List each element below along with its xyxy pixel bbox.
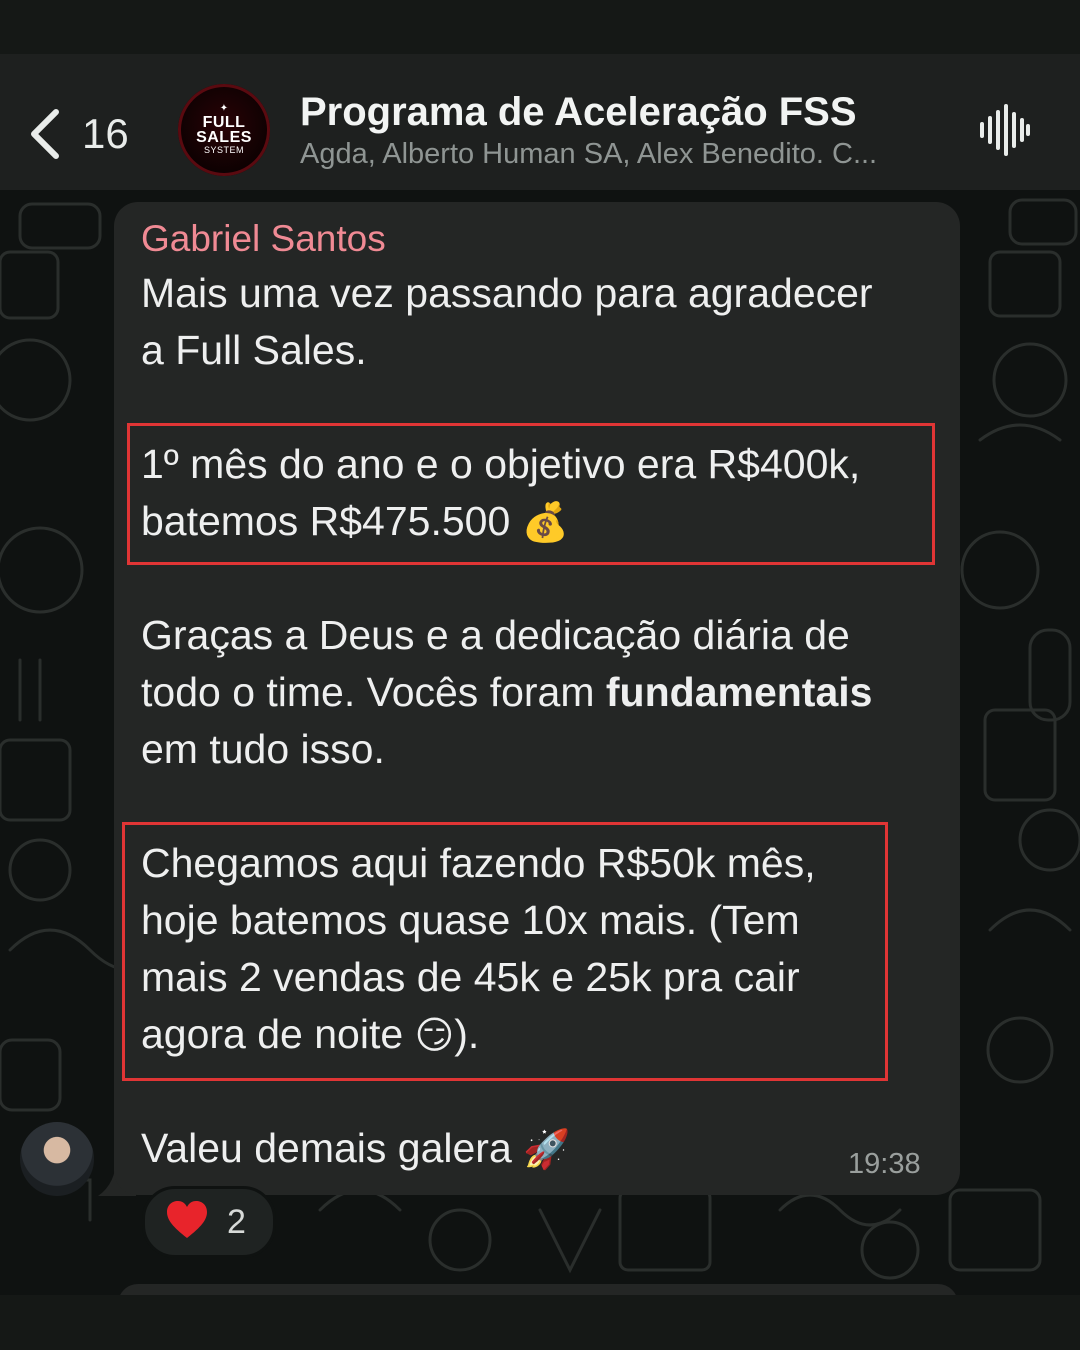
message-line-6-text: todo o time. Vocês foram — [141, 669, 606, 715]
message-line-2: a Full Sales. — [141, 327, 367, 373]
group-members[interactable]: Agda, Alberto Human SA, Alex Benedito. C… — [300, 138, 950, 171]
back-button[interactable]: 16 — [26, 99, 146, 169]
message-line-11-text: agora de noite — [141, 1011, 404, 1057]
logo-text-full: FULL — [202, 114, 246, 131]
message-time: 19:38 — [848, 1148, 921, 1180]
audio-wave-icon[interactable] — [976, 104, 1032, 156]
reaction-chip[interactable]: 2 — [142, 1186, 276, 1258]
smirk-face-icon: 😏 — [414, 1013, 455, 1057]
chat-area[interactable]: Gabriel Santos Mais uma vez passando par… — [0, 190, 1080, 1295]
message-line-4-text: batemos R$475.500 — [141, 498, 511, 544]
message-line-5: Graças a Deus e a dedicação diária de — [141, 612, 850, 658]
logo-text-sales: SALES — [196, 129, 252, 146]
message-sender[interactable]: Gabriel Santos — [141, 218, 386, 260]
bold-word: fundamentais — [605, 669, 873, 715]
message-line-11: agora de noite 😏). — [141, 1011, 479, 1058]
message-line-8: Chegamos aqui fazendo R$50k mês, — [141, 840, 816, 886]
status-bar — [0, 0, 1080, 54]
chat-screen: 16 ✦ FULL SALES SYSTEM Programa de Acele… — [0, 0, 1080, 1350]
group-avatar[interactable]: ✦ FULL SALES SYSTEM — [178, 84, 270, 176]
bottom-bar — [0, 1295, 1080, 1350]
sender-avatar[interactable] — [20, 1122, 94, 1196]
next-message-bubble[interactable] — [118, 1284, 958, 1295]
group-title[interactable]: Programa de Aceleração FSS — [300, 90, 857, 135]
heart-icon — [165, 1200, 209, 1245]
message-line-1: Mais uma vez passando para agradecer — [141, 270, 873, 316]
message-line-7: em tudo isso. — [141, 726, 385, 772]
message-line-3: 1º mês do ano e o objetivo era R$400k, — [141, 441, 861, 487]
message-line-4: batemos R$475.500 💰 — [141, 498, 569, 545]
logo-mark-icon: ✦ — [219, 103, 229, 114]
message-line-11-end: ). — [454, 1011, 480, 1057]
logo-text-system: SYSTEM — [203, 145, 244, 155]
reaction-count: 2 — [227, 1202, 246, 1241]
unread-count: 16 — [82, 110, 129, 157]
message-line-12: Valeu demais galera 🚀 — [141, 1125, 570, 1172]
message-line-10: mais 2 vendas de 45k e 25k pra cair — [141, 954, 800, 1000]
chevron-left-icon — [26, 108, 62, 160]
money-bag-icon: 💰 — [521, 500, 569, 544]
message-line-6: todo o time. Vocês foram fundamentais — [141, 669, 872, 716]
message-line-12-text: Valeu demais galera — [141, 1125, 512, 1171]
message-line-9: hoje batemos quase 10x mais. (Tem — [141, 897, 800, 943]
rocket-icon: 🚀 — [523, 1127, 571, 1171]
